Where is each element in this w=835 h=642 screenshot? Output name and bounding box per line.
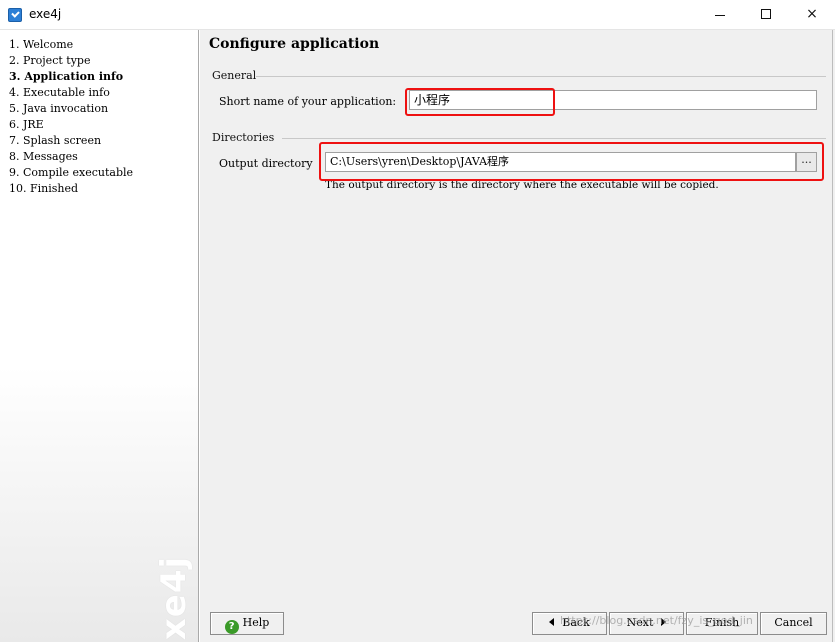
page-header: Configure application (200, 30, 835, 60)
help-button-label: Help (242, 616, 270, 629)
wizard-step-compile-executable[interactable]: 9. Compile executable (9, 165, 133, 181)
cancel-button[interactable]: Cancel (760, 612, 827, 635)
cancel-button-label: Cancel (774, 616, 813, 629)
minimize-button[interactable] (697, 0, 743, 30)
wizard-step-project-type[interactable]: 2. Project type (9, 53, 133, 69)
panel-divider (832, 30, 833, 642)
minimize-icon (715, 15, 725, 16)
blog-watermark-text: https://blog.csdn.net/fzy_is_god_jin (560, 614, 753, 627)
arrow-left-icon (549, 618, 555, 626)
general-group-label: General (212, 69, 257, 82)
wizard-sidebar: 1. Welcome 2. Project type 3. Applicatio… (0, 30, 199, 642)
wizard-step-list: 1. Welcome 2. Project type 3. Applicatio… (9, 37, 133, 197)
title-bar: exe4j × (0, 0, 835, 30)
output-directory-label: Output directory (219, 157, 313, 170)
wizard-step-executable-info[interactable]: 4. Executable info (9, 85, 133, 101)
window-title: exe4j (29, 7, 62, 21)
directories-group-divider (282, 138, 826, 139)
maximize-button[interactable] (743, 0, 789, 30)
wizard-step-messages[interactable]: 8. Messages (9, 149, 133, 165)
maximize-icon (761, 9, 771, 19)
close-button[interactable]: × (789, 0, 835, 30)
wizard-step-welcome[interactable]: 1. Welcome (9, 37, 133, 53)
close-icon: × (806, 6, 818, 22)
help-button[interactable]: ? Help (210, 612, 284, 635)
directories-group-label: Directories (212, 131, 275, 144)
general-group-divider (256, 76, 826, 77)
wizard-step-java-invocation[interactable]: 5. Java invocation (9, 101, 133, 117)
exe4j-watermark-logo: exe4j (154, 555, 195, 642)
short-name-label: Short name of your application: (219, 95, 397, 108)
wizard-step-application-info[interactable]: 3. Application info (9, 69, 133, 85)
short-name-highlight (405, 88, 555, 116)
help-icon: ? (224, 620, 239, 634)
wizard-step-splash-screen[interactable]: 7. Splash screen (9, 133, 133, 149)
wizard-step-jre[interactable]: 6. JRE (9, 117, 133, 133)
page-title: Configure application (209, 36, 380, 52)
main-panel: Configure application General Short name… (200, 30, 835, 642)
exe4j-app-icon (8, 8, 22, 22)
wizard-step-finished[interactable]: 10. Finished (9, 181, 133, 197)
output-directory-highlight (319, 142, 824, 181)
